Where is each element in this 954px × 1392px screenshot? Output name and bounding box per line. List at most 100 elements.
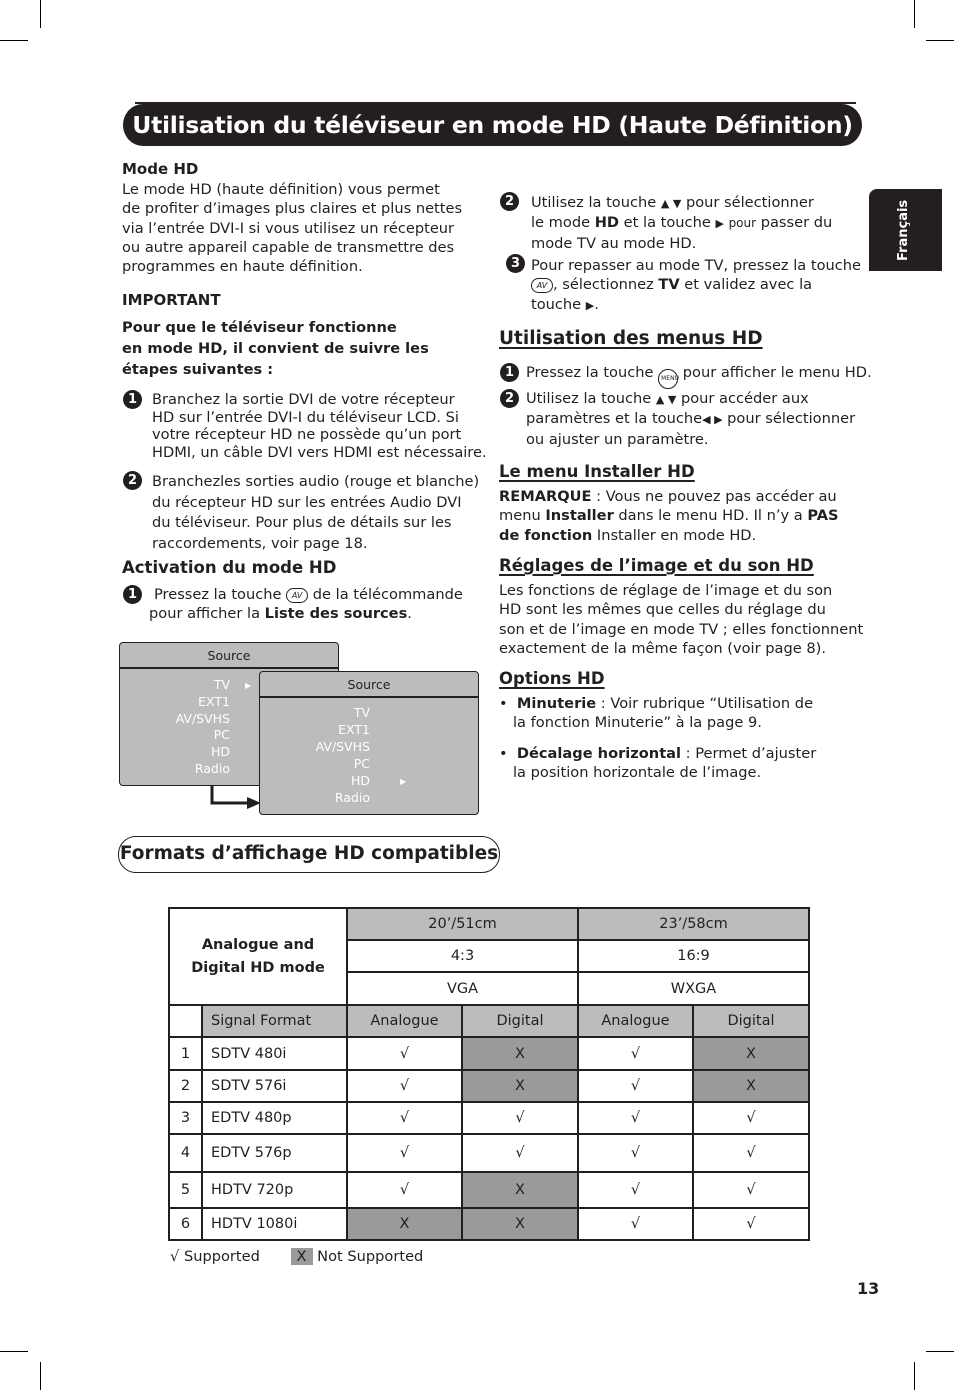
signal-format-cell: SDTV 480i [201, 1036, 348, 1071]
menu-item[interactable]: AV/SVHS [316, 739, 370, 754]
resolution-header: WXGA [577, 971, 810, 1006]
menus-step-1-text: Pressez la touche MENU pour afficher le … [526, 363, 872, 389]
compatibility-table: Analogue and Digital HD mode 20’/51cm 23… [168, 907, 810, 1241]
source-menu-title: Source [120, 643, 338, 669]
sub-header: Digital [461, 1004, 579, 1038]
sub-header: Analogue [577, 1004, 694, 1038]
text: Installer en mode HD. [592, 526, 757, 544]
cross-icon: X [290, 1248, 313, 1265]
text-line: menu Installer dans le menu HD. Il n’y a… [499, 506, 839, 525]
supported-cell: √ [346, 1171, 463, 1209]
text-line: Pour repasser au mode TV, pressez la tou… [531, 257, 862, 274]
menu-item[interactable]: EXT1 [338, 722, 370, 737]
index-header [168, 1004, 203, 1038]
table-row: 5 HDTV 720p √ X √ √ [168, 1171, 810, 1209]
language-tab[interactable]: Français [869, 189, 942, 271]
left-right-arrows-icon: ◀ ▶ [702, 413, 723, 427]
text: Utilisez la touche [526, 390, 652, 407]
step-number-badge: 2 [500, 389, 519, 408]
sub-header: Analogue [346, 1004, 463, 1038]
crop-mark [926, 1351, 954, 1352]
row-index: 5 [168, 1171, 203, 1209]
step-1-text: Branchez la sortie DVI de votre récepteu… [152, 391, 487, 461]
connector-arrow-icon [210, 785, 261, 809]
text-line: du récepteur HD sur les entrées Audio DV… [152, 493, 462, 511]
hd-step-3-text: Pour repasser au mode TV, pressez la tou… [531, 256, 861, 315]
text-line: de fonction Installer en mode HD. [499, 526, 839, 545]
text-line: Utilisez la touche ▲ ▼ pour accéder aux [526, 389, 855, 409]
size-header: 23’/58cm [577, 907, 810, 941]
text: . [594, 295, 599, 313]
supported-cell: √ [692, 1133, 810, 1173]
menu-item[interactable]: AV/SVHS [176, 711, 230, 726]
text: Utilisez la touche [531, 194, 657, 211]
text-line: Branchezles sorties audio (rouge et blan… [152, 473, 480, 490]
crop-mark [40, 1362, 41, 1390]
text: TV [658, 276, 680, 294]
crop-mark [914, 1362, 915, 1390]
text: : Vous ne pouvez pas accéder au [591, 488, 837, 505]
text-line: AV, sélectionnez TV et validez avec la [531, 275, 861, 294]
not-supported-cell: X [461, 1171, 579, 1209]
menu-item[interactable]: HD [351, 773, 370, 788]
text: pour accéder aux [680, 390, 809, 407]
table-row: 4 EDTV 576p √ √ √ √ [168, 1133, 810, 1173]
not-supported-cell: X [692, 1036, 810, 1071]
menu-item[interactable]: TV [214, 677, 230, 692]
crop-mark [914, 0, 915, 28]
arrow-right-icon: ▶ [715, 217, 724, 231]
supported-cell: √ [577, 1101, 694, 1135]
text: de fonction [499, 526, 593, 544]
menu-item[interactable]: PC [354, 756, 370, 771]
supported-cell: √ [346, 1036, 463, 1071]
text: paramètres et la touche [526, 410, 703, 428]
text: et validez avec la [684, 276, 813, 294]
text-line: HD sur l’entrée DVI-I du téléviseur LCD.… [152, 408, 459, 426]
step-number-badge: 2 [123, 471, 142, 490]
page-title: Utilisation du téléviseur en mode HD (Ha… [123, 102, 862, 146]
text: HD [594, 214, 620, 232]
text-line: du téléviseur. Pour plus de détails sur … [152, 514, 452, 531]
signal-format-cell: SDTV 576i [201, 1069, 348, 1103]
text: pour sélectionner [685, 194, 814, 211]
text: pour [728, 216, 757, 231]
menu-key-icon: MENU [658, 369, 679, 389]
av-key-icon: AV [531, 278, 553, 294]
menu-item[interactable]: HD [211, 744, 230, 759]
text: menu [499, 507, 546, 525]
step-number-badge: 2 [500, 192, 519, 211]
menu-item[interactable]: Radio [335, 790, 370, 805]
text-line: touche ▶. [531, 295, 861, 315]
menu-item[interactable]: PC [214, 727, 230, 742]
text: le mode [531, 214, 591, 232]
supported-label: Supported [183, 1248, 260, 1265]
reglages-heading: Réglages de l’image et du son HD [499, 556, 814, 575]
installer-paragraph: REMARQUE : Vous ne pouvez pas accéder au… [499, 487, 839, 545]
supported-cell: √ [577, 1207, 694, 1241]
step-number-badge: 1 [123, 390, 142, 409]
menu-item[interactable]: Radio [195, 761, 230, 776]
installer-heading: Le menu Installer HD [499, 462, 695, 481]
page-number: 13 [857, 1279, 880, 1298]
ratio-header: 4:3 [346, 939, 579, 973]
text-line: paramètres et la touche◀ ▶ pour sélectio… [526, 409, 855, 429]
size-header: 20’/51cm [346, 907, 579, 941]
text-line: programmes en haute définition. [122, 258, 363, 276]
supported-cell: √ [461, 1133, 579, 1173]
text-line: votre récepteur HD ne possède qu’un port [152, 426, 462, 443]
text: Installer [545, 507, 614, 525]
menu-item[interactable]: TV [354, 705, 370, 720]
source-menu-title: Source [260, 672, 478, 698]
av-key-icon: AV [286, 588, 309, 603]
text-line: de profiter d’images plus claires et plu… [122, 200, 463, 218]
supported-cell: √ [577, 1133, 694, 1173]
important-heading: IMPORTANT [122, 291, 221, 309]
activation-heading: Activation du mode HD [122, 558, 337, 577]
text-line: Branchez la sortie DVI de votre récepteu… [152, 391, 455, 408]
menu-item[interactable]: EXT1 [198, 694, 230, 709]
supported-cell: √ [692, 1171, 810, 1209]
text-line: Les fonctions de réglage de l’image et d… [499, 582, 833, 599]
ratio-header: 16:9 [577, 939, 810, 973]
text: PAS [807, 507, 839, 525]
text: pour afficher la [149, 605, 261, 622]
